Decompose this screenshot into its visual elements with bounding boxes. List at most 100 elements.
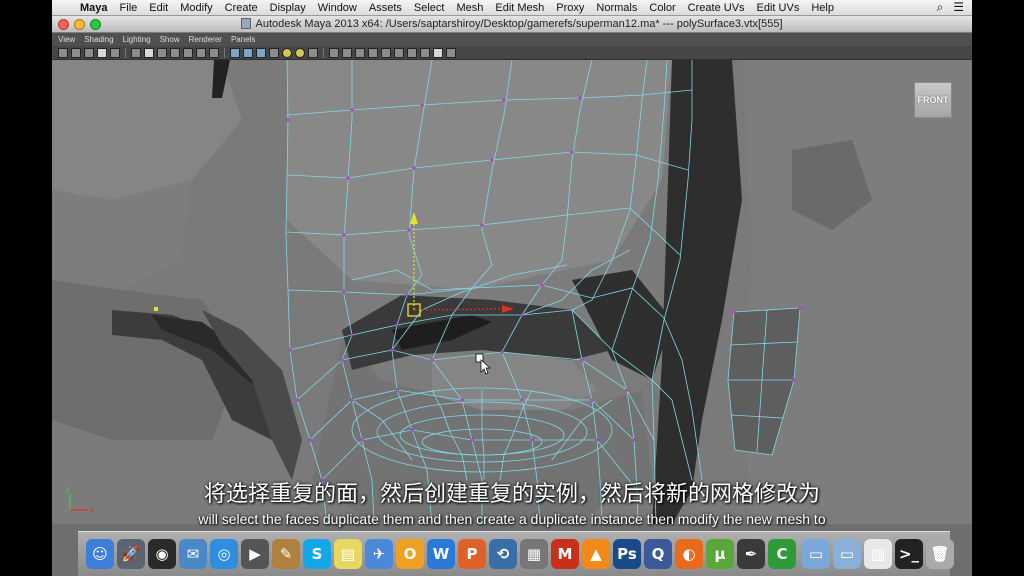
- time-machine-icon[interactable]: ⟲: [489, 539, 517, 569]
- field-chart-icon[interactable]: [183, 47, 193, 58]
- finder-icon[interactable]: ☺: [86, 539, 114, 569]
- zoom-button[interactable]: [90, 19, 101, 30]
- isolate-select-icon[interactable]: [308, 47, 318, 58]
- axis-x-label: x: [90, 506, 94, 515]
- gate-mask-icon[interactable]: [170, 47, 180, 58]
- mail-icon[interactable]: ✈: [365, 539, 393, 569]
- 2d-pan-icon[interactable]: [110, 47, 120, 58]
- minimize-button[interactable]: [74, 19, 85, 30]
- document-stack-icon[interactable]: ▥: [864, 539, 892, 569]
- xray-components-icon[interactable]: [355, 47, 365, 58]
- quicktime-icon[interactable]: Q: [644, 539, 672, 569]
- xray-joints-icon[interactable]: [342, 47, 352, 58]
- camera-attributes-icon[interactable]: [71, 47, 81, 58]
- menu-mesh[interactable]: Mesh: [450, 2, 489, 14]
- motion-blur-icon[interactable]: [394, 47, 404, 58]
- menu-color[interactable]: Color: [643, 2, 681, 14]
- menu-proxy[interactable]: Proxy: [550, 2, 590, 14]
- close-button[interactable]: [58, 19, 69, 30]
- vlc-icon[interactable]: ▲: [582, 539, 610, 569]
- dashboard-icon[interactable]: ◉: [148, 539, 176, 569]
- menu-maya[interactable]: Maya: [74, 2, 114, 14]
- hq-render-icon[interactable]: [368, 47, 378, 58]
- film-gate-icon[interactable]: [144, 47, 154, 58]
- menu-assets[interactable]: Assets: [363, 2, 408, 14]
- applications-folder-icon[interactable]: ▭: [802, 539, 830, 569]
- display-settings-icon[interactable]: [433, 47, 443, 58]
- menu-window[interactable]: Window: [312, 2, 363, 14]
- panel-menu-view[interactable]: View: [58, 35, 75, 44]
- documents-folder-icon[interactable]: ▭: [833, 539, 861, 569]
- panel-menu-shading[interactable]: Shading: [84, 35, 113, 44]
- menu-create[interactable]: Create: [219, 2, 264, 14]
- safari-icon[interactable]: ◎: [210, 539, 238, 569]
- xray-icon[interactable]: [329, 47, 339, 58]
- firefox-icon[interactable]: ◐: [675, 539, 703, 569]
- search-icon[interactable]: ⌕: [937, 0, 944, 15]
- menu-edit-uvs[interactable]: Edit UVs: [751, 2, 806, 14]
- skype-icon[interactable]: S: [303, 539, 331, 569]
- menu-edit[interactable]: Edit: [143, 2, 174, 14]
- screen: Maya File Edit Modify Create Display Win…: [52, 0, 972, 576]
- menu-help[interactable]: Help: [805, 2, 840, 14]
- list-icon[interactable]: ☰: [953, 0, 964, 15]
- anti-alias-icon[interactable]: [407, 47, 417, 58]
- menu-modify[interactable]: Modify: [174, 2, 218, 14]
- wireframe-icon[interactable]: [230, 47, 240, 58]
- powerpoint-icon[interactable]: P: [458, 539, 486, 569]
- view-cube[interactable]: FRONT: [914, 82, 952, 118]
- axis-y-label: y: [66, 485, 70, 494]
- terminal-icon[interactable]: >_: [895, 539, 923, 569]
- depth-of-field-icon[interactable]: [420, 47, 430, 58]
- panel-toolbar: [52, 46, 972, 60]
- safe-title-icon[interactable]: [209, 47, 219, 58]
- utorrent-icon[interactable]: µ: [706, 539, 734, 569]
- selected-vertex-marker[interactable]: [154, 307, 158, 311]
- menu-file[interactable]: File: [114, 2, 144, 14]
- trash-icon[interactable]: 🗑: [926, 539, 954, 569]
- shadows-icon[interactable]: [295, 47, 305, 58]
- menu-select[interactable]: Select: [408, 2, 451, 14]
- launchpad-icon[interactable]: 🚀: [117, 539, 145, 569]
- openoffice-icon[interactable]: O: [396, 539, 424, 569]
- viewport-canvas[interactable]: x y: [52, 60, 972, 524]
- select-camera-icon[interactable]: [58, 47, 68, 58]
- stickies-icon[interactable]: ▤: [334, 539, 362, 569]
- gamma-icon[interactable]: [446, 47, 456, 58]
- smooth-shade-icon[interactable]: [243, 47, 253, 58]
- inkscape-icon[interactable]: ✒: [737, 539, 765, 569]
- wireframe-on-shaded-icon[interactable]: [256, 47, 266, 58]
- menu-edit-mesh[interactable]: Edit Mesh: [489, 2, 550, 14]
- image-plane-icon[interactable]: [97, 47, 107, 58]
- toolbar-divider: [323, 47, 324, 58]
- photoshop-icon[interactable]: Ps: [613, 539, 641, 569]
- menu-create-uvs[interactable]: Create UVs: [682, 2, 751, 14]
- menu-bar: Maya File Edit Modify Create Display Win…: [52, 0, 972, 16]
- toolbar-divider: [224, 47, 225, 58]
- panel-menu-show[interactable]: Show: [160, 35, 180, 44]
- ambient-occlusion-icon[interactable]: [381, 47, 391, 58]
- facetime-icon[interactable]: ▶: [241, 539, 269, 569]
- window-title-bar: Autodesk Maya 2013 x64: /Users/saptarshi…: [52, 16, 972, 33]
- panel-menu-lighting[interactable]: Lighting: [123, 35, 151, 44]
- window-title: Autodesk Maya 2013 x64: /Users/saptarshi…: [255, 18, 783, 30]
- contacts-icon[interactable]: ✎: [272, 539, 300, 569]
- word-icon[interactable]: W: [427, 539, 455, 569]
- grid-icon[interactable]: [131, 47, 141, 58]
- use-all-lights-icon[interactable]: [282, 47, 292, 58]
- document-icon: [241, 18, 252, 29]
- menu-display[interactable]: Display: [264, 2, 312, 14]
- resolution-gate-icon[interactable]: [157, 47, 167, 58]
- photo-icon[interactable]: ▦: [520, 539, 548, 569]
- dock: ☺ 🚀 ◉ ✉ ◎ ▶ ✎ S ▤ ✈ O W P ⟲ ▦ M ▲ Ps Q ◐ µ ✒ C ▭ ▭ ▥ >_ 🗑: [78, 531, 954, 576]
- menu-normals[interactable]: Normals: [590, 2, 643, 14]
- camtasia-icon[interactable]: C: [768, 539, 796, 569]
- preview-icon[interactable]: ✉: [179, 539, 207, 569]
- bookmark-icon[interactable]: [84, 47, 94, 58]
- maya-icon[interactable]: M: [551, 539, 579, 569]
- viewport-front[interactable]: x y FRONT: [52, 60, 972, 524]
- panel-menu-panels[interactable]: Panels: [231, 35, 255, 44]
- safe-action-icon[interactable]: [196, 47, 206, 58]
- panel-menu-renderer[interactable]: Renderer: [189, 35, 222, 44]
- textured-icon[interactable]: [269, 47, 279, 58]
